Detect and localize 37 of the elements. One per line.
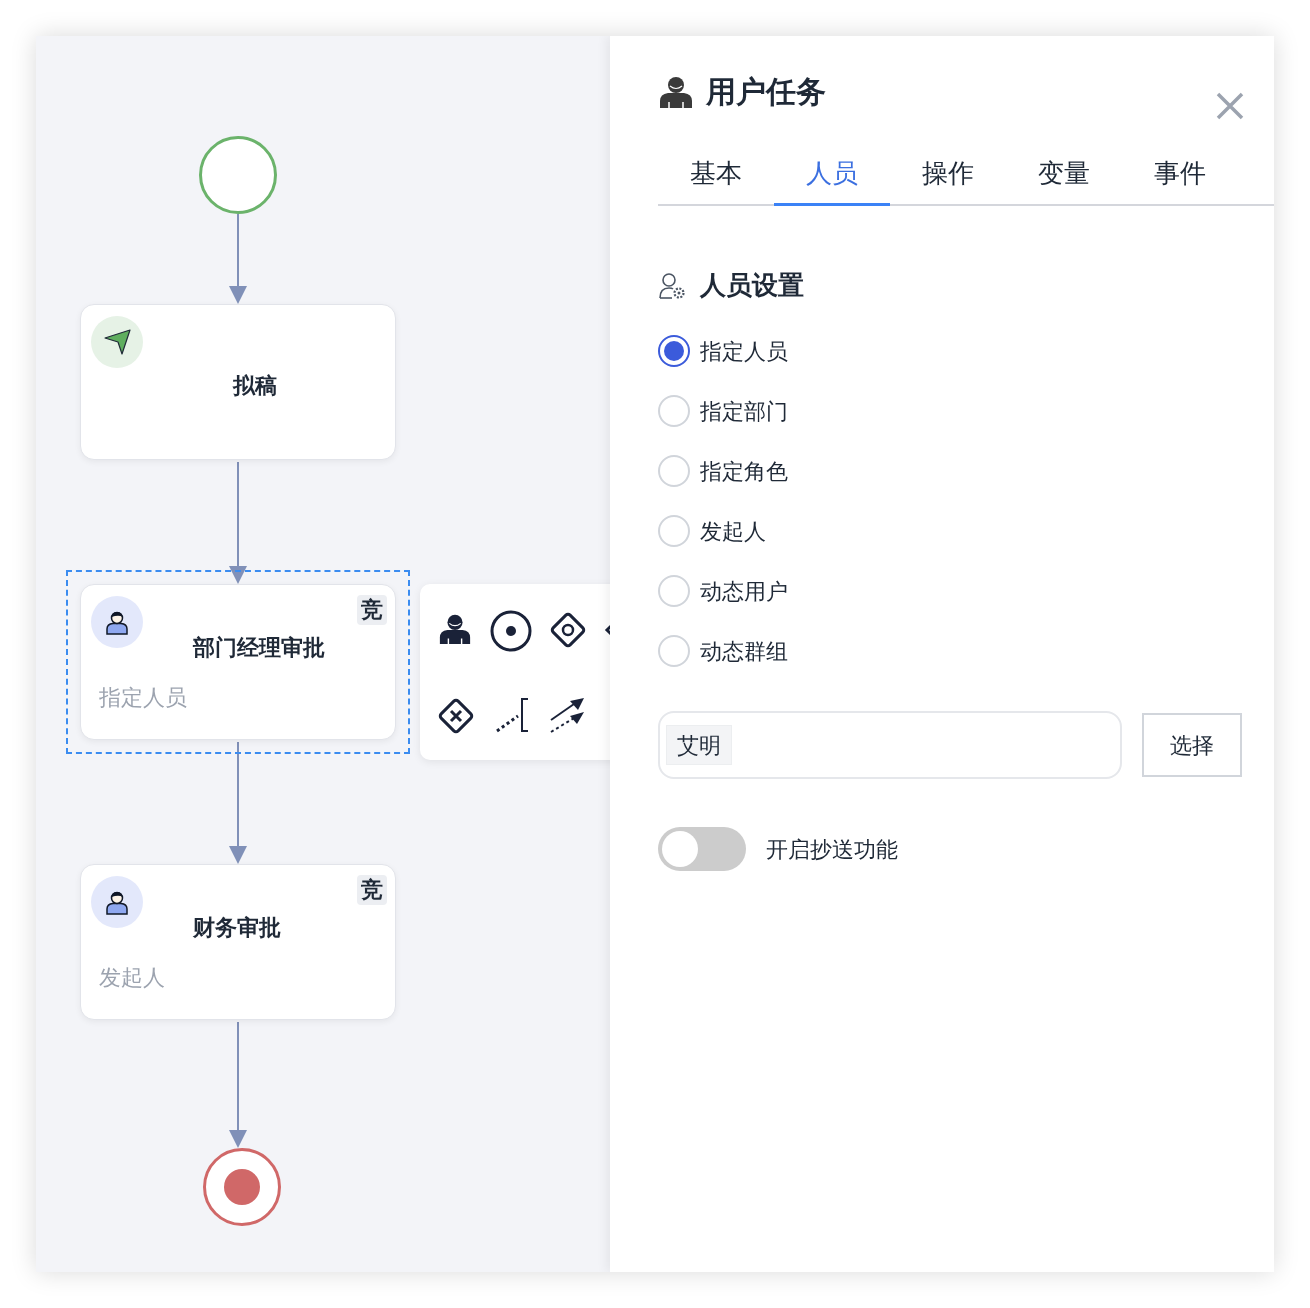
node-label: 拟稿 <box>233 372 277 400</box>
tab[interactable]: 事件 <box>1122 144 1238 206</box>
select-button[interactable]: 选择 <box>1142 713 1242 777</box>
task-node[interactable]: 拟稿 <box>80 304 396 460</box>
user-icon <box>658 74 694 110</box>
assignee-field[interactable]: 艾明 <box>658 711 1122 779</box>
target-circle-icon[interactable] <box>490 610 532 652</box>
node-subtitle: 指定人员 <box>99 684 187 712</box>
node-badge: 竞 <box>357 595 387 625</box>
radio-option[interactable]: 动态用户 <box>658 575 1242 607</box>
section-title: 人员设置 <box>700 269 804 302</box>
connection-arrow-icon[interactable] <box>548 696 586 734</box>
user-icon <box>438 612 472 646</box>
tab[interactable]: 基本 <box>658 144 774 206</box>
task-node[interactable]: 竞 部门经理审批 指定人员 <box>80 584 396 740</box>
user-settings-icon <box>658 271 686 300</box>
task-node[interactable]: 竞 财务审批 发起人 <box>80 864 396 1020</box>
node-subtitle: 发起人 <box>99 964 165 992</box>
node-label: 部门经理审批 <box>193 634 325 662</box>
node-label: 财务审批 <box>193 914 281 942</box>
user-icon <box>104 609 130 635</box>
node-badge: 竞 <box>357 875 387 905</box>
send-icon <box>91 316 143 368</box>
radio-option[interactable]: 指定人员 <box>658 335 1242 367</box>
radio-option[interactable]: 指定部门 <box>658 395 1242 427</box>
radio-option[interactable]: 发起人 <box>658 515 1242 547</box>
diamond-cross-icon[interactable] <box>436 696 476 736</box>
user-icon <box>104 889 130 915</box>
toggle-switch[interactable] <box>658 827 746 871</box>
panel-title: 用户任务 <box>706 74 826 110</box>
radio-option[interactable]: 动态群组 <box>658 635 1242 667</box>
tab[interactable]: 操作 <box>890 144 1006 206</box>
assignee-tag: 艾明 <box>666 725 732 765</box>
radio-option[interactable]: 指定角色 <box>658 455 1242 487</box>
tab[interactable]: 人员 <box>774 144 890 206</box>
tab[interactable]: 变量 <box>1006 144 1122 206</box>
toggle-label: 开启抄送功能 <box>766 835 898 864</box>
